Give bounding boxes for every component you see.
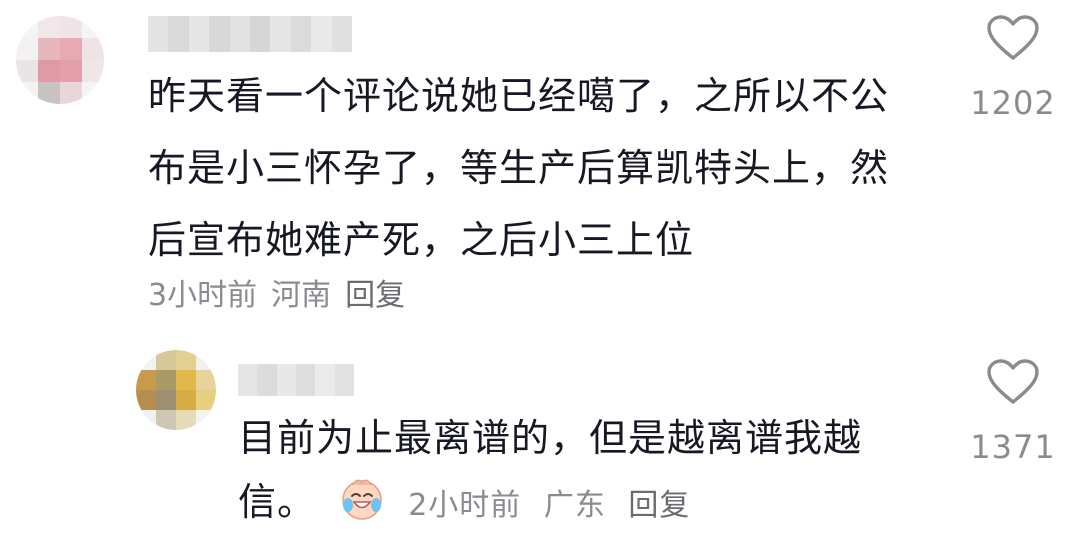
comment-item: 昨天看一个评论说她已经噶了，之所以不公 布是小三怀孕了，等生产后算凯特头上，然 … (0, 0, 1080, 330)
comment-meta: 2小时前 广东 回复 (408, 488, 702, 523)
username-blurred[interactable] (148, 16, 353, 52)
avatar[interactable] (16, 16, 104, 104)
comment-text-line: 布是小三怀孕了，等生产后算凯特头上，然 (148, 146, 890, 190)
comment-text-line: 信。 (238, 480, 317, 524)
like-button[interactable]: 1202 (958, 14, 1068, 122)
comment-text: 目前为止最离谱的，但是越离谱我越 信。 2小时前 广东 回复 (238, 406, 862, 538)
reply-button[interactable]: 回复 (628, 488, 690, 523)
comment-text-line: 昨天看一个评论说她已经噶了，之所以不公 (148, 74, 890, 118)
reply-comment-item: 目前为止最离谱的，但是越离谱我越 信。 2小时前 广东 回复 1371 (0, 340, 1080, 534)
heart-icon[interactable] (986, 358, 1040, 406)
crying-laughing-emoji-icon (342, 479, 382, 520)
comment-text: 昨天看一个评论说她已经噶了，之所以不公 布是小三怀孕了，等生产后算凯特头上，然 … (148, 60, 889, 276)
comment-text-line: 目前为止最离谱的，但是越离谱我越 (238, 416, 863, 460)
comment-time: 2小时前 (408, 488, 522, 523)
comment-meta: 3小时前 河南 回复 (148, 270, 419, 314)
avatar[interactable] (136, 350, 216, 430)
comment-time: 3小时前 (148, 278, 258, 313)
reply-button[interactable]: 回复 (345, 270, 405, 314)
comment-text-line: 后宣布她难产死，之后小三上位 (148, 218, 695, 262)
comment-location: 广东 (543, 488, 606, 523)
comment-location: 河南 (271, 278, 332, 313)
like-button[interactable]: 1371 (958, 358, 1068, 466)
comment-text-line-with-meta: 信。 2小时前 广东 回复 (238, 470, 862, 538)
username-blurred[interactable] (238, 364, 354, 396)
heart-icon[interactable] (986, 14, 1040, 62)
like-count: 1371 (970, 428, 1056, 466)
like-count: 1202 (970, 84, 1056, 122)
